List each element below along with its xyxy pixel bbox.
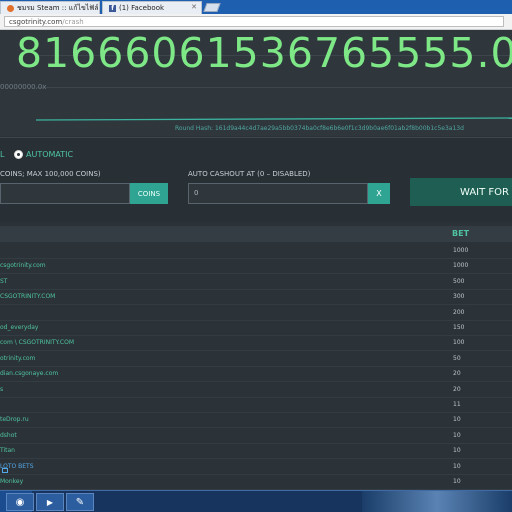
coins-button[interactable]: COINS — [130, 183, 168, 204]
tab-label: (1) Facebook — [119, 4, 165, 12]
player-bet: 50 — [453, 354, 461, 362]
table-row: 200 — [0, 306, 512, 321]
player-bet: 11 — [453, 401, 461, 408]
players-table: BET 1000 csgotrinity.com 1000 ST 500 CSGOTRIN… — [0, 222, 512, 490]
player-bet: 1000 — [453, 247, 469, 254]
radio-icon[interactable] — [14, 150, 23, 159]
url-host: csgotrinity.com — [9, 18, 63, 26]
tab-label: ชมรม Steam :: แก้ไขไฟล์ — [17, 3, 99, 12]
player-bet: 1000 — [453, 262, 469, 270]
betting-controls: L AUTOMATIC COINS; MAX 100,000 COINS) CO… — [0, 137, 512, 222]
chrome-icon[interactable]: ◉ — [6, 493, 34, 511]
crash-multiplier: 81666061536765555.0 — [16, 30, 512, 77]
bet-column-header: BET — [452, 229, 470, 238]
table-row: 1000 — [0, 244, 512, 259]
round-hash: Round Hash: 161d9a44c4d7ae29a5bb0374ba0c… — [175, 125, 464, 132]
player-name[interactable]: dshot — [0, 432, 17, 439]
bet-amount-input[interactable] — [0, 183, 130, 204]
player-name[interactable]: s — [0, 386, 3, 393]
table-row: teDrop.ru 10 — [0, 413, 512, 429]
bet-amount-label: COINS; MAX 100,000 COINS) — [0, 170, 101, 178]
player-bet: 10 — [453, 416, 461, 424]
player-name[interactable]: CSGOTRINITY.COM — [0, 293, 55, 300]
player-bet: 20 — [453, 385, 461, 393]
player-name[interactable]: com \ CSGOTRINITY.COM — [0, 339, 74, 346]
table-row: Monkey 10 — [0, 475, 512, 490]
table-row: otrinity.com 50 — [0, 352, 512, 367]
media-player-icon[interactable]: ▶ — [36, 493, 64, 511]
table-row: csgotrinity.com 1000 — [0, 259, 512, 275]
player-bet: 200 — [453, 308, 465, 316]
player-name[interactable]: LOTO BETS — [0, 463, 34, 470]
player-name[interactable]: Titan — [0, 447, 15, 454]
player-name[interactable]: Monkey — [0, 478, 23, 485]
address-bar: csgotrinity.com/crash — [0, 14, 512, 30]
player-name[interactable]: csgotrinity.com — [0, 262, 46, 269]
table-row: 11 — [0, 398, 512, 413]
table-row: s 20 — [0, 383, 512, 398]
player-bet: 300 — [453, 293, 465, 301]
auto-cashout-label: AUTO CASHOUT AT (0 – DISABLED) — [188, 170, 311, 178]
table-row: dshot 10 — [0, 429, 512, 444]
browser-tab-bar: ชมรม Steam :: แก้ไขไฟล์ ✕ f (1) Facebook… — [0, 0, 512, 14]
table-header: BET — [0, 226, 512, 242]
player-name[interactable]: dian.csgonaye.com — [0, 370, 58, 377]
close-tab-icon[interactable]: ✕ — [191, 3, 197, 11]
paint-icon[interactable]: ✎ — [66, 493, 94, 511]
auto-cashout-input[interactable]: 0 — [188, 183, 368, 204]
player-name[interactable]: teDrop.ru — [0, 416, 29, 423]
table-row: od_everyday 150 — [0, 321, 512, 336]
windows-taskbar: ◉ ▶ ✎ — [0, 490, 512, 512]
table-row: CSGOTRINITY.COM 300 — [0, 290, 512, 306]
player-bet: 10 — [453, 478, 461, 485]
favicon-icon — [7, 4, 14, 12]
table-row: ST 500 — [0, 275, 512, 290]
wait-for-next-round-button[interactable]: WAIT FOR N — [410, 178, 512, 206]
player-name[interactable]: ST — [0, 278, 7, 285]
taskbar-wallpaper-strip — [362, 491, 512, 512]
table-row: com \ CSGOTRINITY.COM 100 — [0, 336, 512, 352]
table-row: LOTO BETS 10 — [0, 460, 512, 475]
player-bet: 10 — [453, 447, 461, 455]
tab-facebook[interactable]: f (1) Facebook ✕ — [102, 1, 202, 14]
player-bet: 150 — [453, 324, 465, 331]
url-input[interactable]: csgotrinity.com/crash — [4, 16, 504, 27]
clear-cashout-button[interactable]: X — [368, 183, 390, 204]
table-row: dian.csgonaye.com 20 — [0, 367, 512, 383]
table-row: Titan 10 — [0, 444, 512, 460]
new-tab-button[interactable] — [203, 3, 221, 12]
facebook-icon: f — [109, 4, 116, 12]
automatic-mode-radio[interactable]: AUTOMATIC — [14, 150, 73, 159]
player-bet: 100 — [453, 339, 465, 347]
player-bet: 10 — [453, 462, 461, 470]
player-name[interactable]: otrinity.com — [0, 355, 35, 362]
close-tab-icon[interactable]: ✕ — [89, 3, 95, 11]
player-bet: 10 — [453, 431, 461, 439]
automatic-mode-label: AUTOMATIC — [26, 150, 74, 159]
player-bet: 500 — [453, 277, 465, 285]
url-path: /crash — [62, 18, 84, 26]
tab-steam-forum[interactable]: ชมรม Steam :: แก้ไขไฟล์ ✕ — [0, 1, 100, 14]
manual-mode-label[interactable]: L — [0, 150, 4, 159]
crash-graph: 00000000.0x 81666061536765555.0 Round Ha… — [0, 30, 512, 136]
player-name[interactable]: od_everyday — [0, 324, 38, 331]
player-bet: 20 — [453, 370, 461, 378]
